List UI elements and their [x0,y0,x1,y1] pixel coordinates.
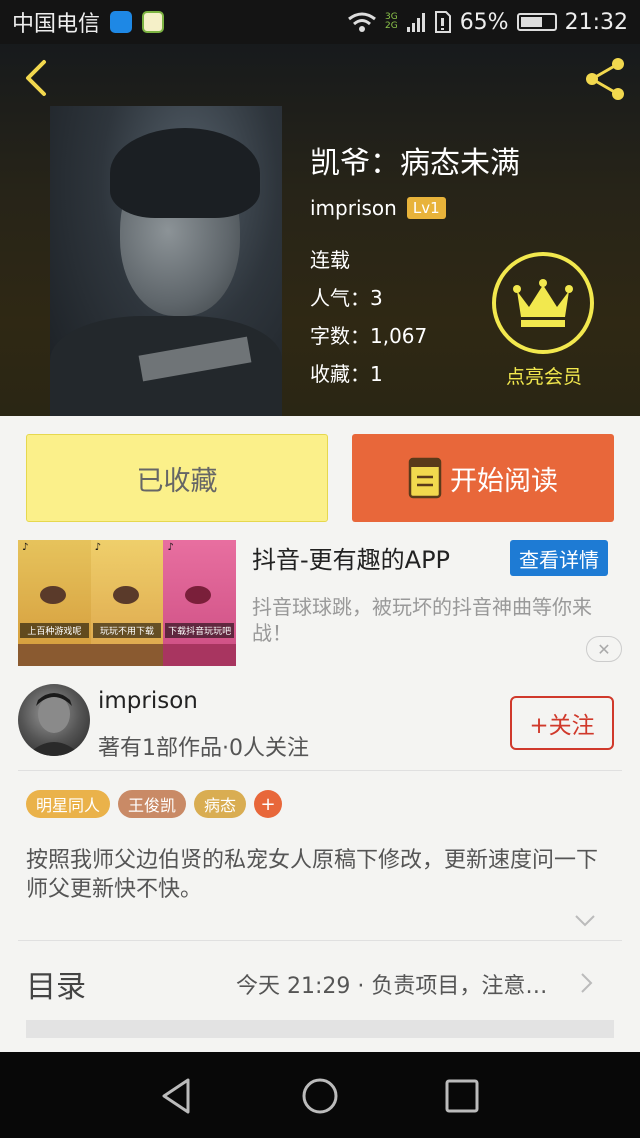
start-reading-button[interactable]: 开始阅读 [352,434,614,522]
serial-status: 连载 [310,248,350,272]
ad-image[interactable]: ♪ 上百种游戏呢 ♪ 玩玩不用下载 ♪ 下载抖音玩玩吧 [18,540,236,666]
avatar-photo [26,693,82,756]
book-icon [408,457,442,499]
favorites-stat: 收藏：1 [310,362,383,386]
ad-panel: ♪ 下载抖音玩玩吧 [163,540,236,666]
ad-title[interactable]: 抖音-更有趣的APP [252,540,450,575]
tiktok-logo-icon: ♪ [22,542,29,553]
back-arrow-icon[interactable] [16,56,56,100]
ad-panel-caption: 上百种游戏呢 [20,623,89,638]
ad-panel-caption: 玩玩不用下载 [92,623,162,638]
book-title: 凯爷：病态未满 [310,146,520,181]
ad-panel-caption: 下载抖音玩玩吧 [165,623,235,638]
ad-panel: ♪ 上百种游戏呢 [18,540,91,666]
chevron-right-icon[interactable] [580,972,594,994]
book-synopsis: 按照我师父边伯贤的私宠女人原稿下修改，更新速度问一下师父更新快不快。 [26,848,599,902]
share-icon[interactable] [580,54,630,104]
battery-percent-label: 65% [459,9,509,35]
signal-icon [406,13,425,32]
chat-notification-icon [142,11,165,33]
tag-item[interactable]: 病态 [194,790,247,818]
header-author-name[interactable]: imprison [310,196,397,220]
follow-button[interactable]: +关注 [510,696,614,750]
favorited-label: 已收藏 [136,465,218,497]
battery-icon [516,13,557,31]
carrier-label: 中国电信 [12,12,101,37]
ad-close-button[interactable]: ✕ [586,636,622,662]
header-author-row: imprison Lv1 [310,196,446,220]
vip-label: 点亮会员 [505,366,582,388]
nav-back-icon[interactable] [158,1076,198,1116]
favorited-button[interactable]: 已收藏 [26,434,328,522]
tag-item[interactable]: 王俊凯 [118,790,187,818]
section-separator [26,1020,614,1038]
start-reading-label: 开始阅读 [450,465,558,497]
nav-home-icon[interactable] [300,1076,340,1116]
author-works-count: 著有1部作品·0人关注 [98,736,309,761]
crown-icon [513,279,573,327]
message-notification-icon [110,11,133,33]
network-type-indicator: 3G 2G [385,13,398,31]
author-avatar[interactable] [18,684,90,756]
ad-description: 抖音球球跳，被玩坏的抖音神曲等你来战！ [252,595,592,645]
wifi-icon [348,12,376,32]
sim-card-icon [434,11,451,33]
book-header: 凯爷：病态未满 imprison Lv1 连载 人气：3 字数：1,067 收藏… [0,44,640,416]
clock-label: 21:32 [564,9,628,35]
vip-member-button[interactable]: 点亮会员 [492,252,596,389]
level-badge: Lv1 [406,197,446,219]
divider [18,940,622,941]
table-of-contents-label[interactable]: 目录 [26,962,86,1006]
ad-detail-button[interactable]: 查看详情 [510,540,608,576]
battery-fill [520,17,542,27]
divider [18,770,622,771]
vip-circle [492,252,594,354]
add-tag-button[interactable]: + [254,790,283,818]
tiktok-logo-icon: ♪ [167,542,174,553]
tag-list: 明星同人 王俊凯 病态 + [26,790,283,818]
status-bar: 中国电信 3G 2G 65% 21:32 [0,0,640,44]
author-name[interactable]: imprison [98,688,198,714]
tiktok-logo-icon: ♪ [94,542,102,553]
latest-chapter-info[interactable]: 今天 21:29 · 负责项目，注意安全 [236,968,566,1000]
ad-panel: ♪ 玩玩不用下载 [90,540,164,666]
system-navigation-bar [0,1052,640,1138]
popularity-stat: 人气：3 [310,286,383,310]
tag-item[interactable]: 明星同人 [26,790,111,818]
network-2g-label: 2G [384,21,398,31]
chevron-down-icon[interactable] [574,914,596,928]
nav-recents-icon[interactable] [442,1076,482,1116]
close-icon: ✕ [597,639,611,659]
word-count-stat: 字数：1,067 [310,324,428,348]
book-cover-image[interactable] [50,106,282,416]
